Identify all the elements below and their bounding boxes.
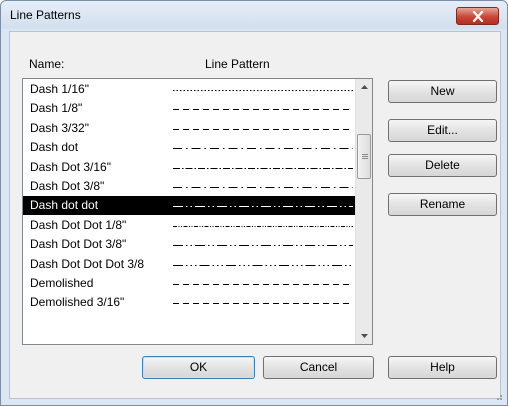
list-item[interactable]: Dash dot	[23, 138, 355, 157]
line-pattern-name: Demolished	[30, 276, 94, 290]
chevron-down-icon	[361, 334, 368, 338]
line-pattern-preview	[173, 284, 353, 285]
line-pattern-name: Dash 1/16"	[30, 82, 89, 96]
delete-button[interactable]: Delete	[388, 154, 497, 177]
scroll-thumb[interactable]	[357, 134, 371, 179]
list-item[interactable]: Dash Dot Dot Dot 3/8	[23, 255, 355, 274]
column-header-name: Name:	[29, 57, 65, 71]
line-pattern-preview	[173, 264, 353, 266]
close-button[interactable]	[456, 7, 499, 25]
list-item[interactable]: Dash Dot 3/16"	[23, 158, 355, 177]
line-pattern-preview	[173, 206, 353, 208]
list-item[interactable]: Demolished 3/16"	[23, 293, 355, 312]
line-pattern-name: Dash Dot 3/8"	[30, 179, 105, 193]
vertical-scrollbar[interactable]	[355, 79, 372, 344]
line-patterns-dialog: Line Patterns Name: Line Pattern Dash 1/…	[0, 0, 508, 406]
line-pattern-preview	[173, 225, 353, 227]
column-header-line-pattern: Line Pattern	[205, 57, 270, 71]
ok-button[interactable]: OK	[142, 356, 255, 379]
line-pattern-preview	[173, 109, 353, 111]
rename-button[interactable]: Rename	[388, 193, 497, 216]
line-pattern-name: Demolished 3/16"	[30, 295, 125, 310]
line-pattern-name: Dash dot	[30, 140, 79, 155]
line-pattern-preview	[173, 303, 353, 305]
line-pattern-name: Dash dot dot	[30, 198, 99, 213]
line-pattern-list[interactable]: Dash 1/16" Dash 1/8" Dash 3/32" Dash dot Das…	[22, 78, 373, 345]
close-icon	[472, 11, 484, 22]
line-pattern-name: Dash 1/8"	[30, 101, 83, 116]
list-item[interactable]: Dash 1/16"	[23, 80, 355, 99]
resize-grip-icon[interactable]	[493, 391, 503, 401]
window-title: Line Patterns	[10, 8, 81, 22]
scroll-down-button[interactable]	[356, 327, 372, 344]
line-pattern-preview	[173, 128, 353, 130]
cancel-button[interactable]: Cancel	[263, 356, 374, 379]
line-pattern-name: Dash Dot Dot 3/8"	[30, 237, 127, 252]
edit-button[interactable]: Edit...	[388, 119, 497, 142]
list-item[interactable]: Dash Dot 3/8"	[23, 177, 355, 196]
line-pattern-preview	[173, 245, 353, 247]
title-bar: Line Patterns	[1, 1, 507, 29]
help-button[interactable]: Help	[388, 356, 497, 379]
list-item[interactable]: Dash 3/32"	[23, 119, 355, 138]
line-pattern-name: Dash Dot 3/16"	[30, 159, 111, 174]
line-pattern-preview	[173, 90, 353, 91]
new-button[interactable]: New	[388, 80, 497, 103]
line-pattern-preview	[173, 148, 353, 150]
scroll-up-button[interactable]	[356, 79, 372, 96]
list-item[interactable]: Dash Dot Dot 3/8"	[23, 235, 355, 254]
line-pattern-name: Dash Dot Dot Dot 3/8	[30, 256, 145, 271]
list-item[interactable]: Dash Dot Dot 1/8"	[23, 216, 355, 235]
line-pattern-preview	[173, 187, 353, 188]
line-pattern-preview	[173, 167, 353, 169]
list-item[interactable]: Dash dot dot	[23, 196, 355, 216]
chevron-up-icon	[361, 85, 368, 89]
line-pattern-name: Dash 3/32"	[30, 120, 89, 135]
line-pattern-name: Dash Dot Dot 1/8"	[30, 217, 127, 232]
list-item[interactable]: Dash 1/8"	[23, 99, 355, 118]
list-item[interactable]: Demolished	[23, 274, 355, 293]
